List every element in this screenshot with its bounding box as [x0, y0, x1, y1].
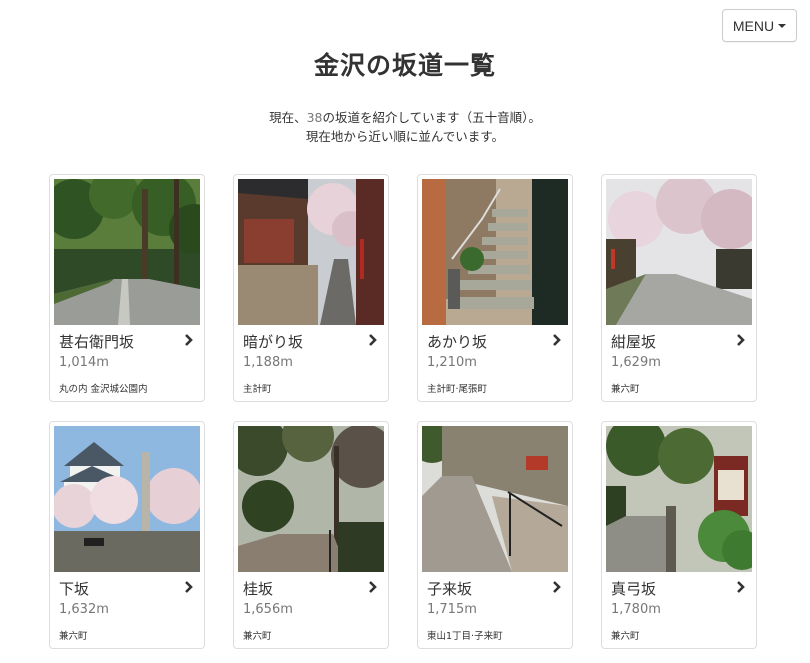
slope-area: 兼六町 [611, 384, 640, 395]
slope-name: 桂坂 [243, 580, 274, 598]
slope-name: 下坂 [59, 580, 90, 598]
menu-button[interactable]: MENU [722, 9, 797, 42]
slope-card[interactable]: 下坂 1,632m 兼六町 [49, 421, 205, 649]
slope-photo [54, 179, 200, 325]
slope-name: 暗がり坂 [243, 333, 304, 351]
slope-card[interactable]: 真弓坂 1,780m 兼六町 [601, 421, 757, 649]
menu-label: MENU [732, 17, 775, 34]
slope-distance: 1,210m [427, 355, 477, 370]
slope-area: 丸の内 金沢城公園内 [59, 384, 148, 395]
slope-card[interactable]: あかり坂 1,210m 主計町·尾張町 [417, 174, 573, 402]
slope-distance: 1,014m [59, 355, 109, 370]
slope-area: 主計町 [243, 384, 272, 395]
chevron-right-icon [737, 334, 745, 346]
slope-card[interactable]: 桂坂 1,656m 兼六町 [233, 421, 389, 649]
slope-distance: 1,632m [59, 602, 109, 617]
slope-area: 主計町·尾張町 [427, 384, 488, 395]
caret-down-icon [778, 24, 787, 28]
slope-card[interactable]: 紺屋坂 1,629m 兼六町 [601, 174, 757, 402]
slope-area: 兼六町 [611, 631, 640, 642]
slope-card[interactable]: 子来坂 1,715m 東山1丁目·子来町 [417, 421, 573, 649]
slope-card[interactable]: 甚右衛門坂 1,014m 丸の内 金沢城公園内 [49, 174, 205, 402]
slope-photo [606, 426, 752, 572]
chevron-right-icon [553, 334, 561, 346]
slope-photo [238, 426, 384, 572]
slope-area: 兼六町 [59, 631, 88, 642]
chevron-right-icon [553, 581, 561, 593]
slope-distance: 1,780m [611, 602, 661, 617]
slope-name: 紺屋坂 [611, 333, 657, 351]
intro-line-1: 現在、38の坂道を紹介しています（五十音順）。 [269, 110, 541, 125]
slope-count: 38 [306, 110, 323, 125]
chevron-right-icon [369, 334, 377, 346]
slope-photo [54, 426, 200, 572]
slope-distance: 1,656m [243, 602, 293, 617]
slope-name: 甚右衛門坂 [59, 333, 135, 351]
chevron-right-icon [185, 334, 193, 346]
slope-photo [606, 179, 752, 325]
slope-card[interactable]: 暗がり坂 1,188m 主計町 [233, 174, 389, 402]
page-title: 金沢の坂道一覧 [313, 51, 496, 80]
slope-distance: 1,715m [427, 602, 477, 617]
intro-line-2: 現在地から近い順に並んでいます。 [305, 129, 505, 144]
chevron-right-icon [185, 581, 193, 593]
slope-photo [422, 426, 568, 572]
slope-distance: 1,188m [243, 355, 293, 370]
slope-name: 真弓坂 [611, 580, 657, 598]
chevron-right-icon [369, 581, 377, 593]
slope-distance: 1,629m [611, 355, 661, 370]
slope-photo [238, 179, 384, 325]
slope-name: 子来坂 [427, 580, 473, 598]
slope-area: 兼六町 [243, 631, 272, 642]
slope-name: あかり坂 [427, 333, 488, 351]
intro-text: 現在、38の坂道を紹介しています（五十音順）。 現在地から近い順に並んでいます。 [0, 108, 810, 146]
slope-area: 東山1丁目·子来町 [427, 631, 503, 642]
chevron-right-icon [737, 581, 745, 593]
slope-photo [422, 179, 568, 325]
